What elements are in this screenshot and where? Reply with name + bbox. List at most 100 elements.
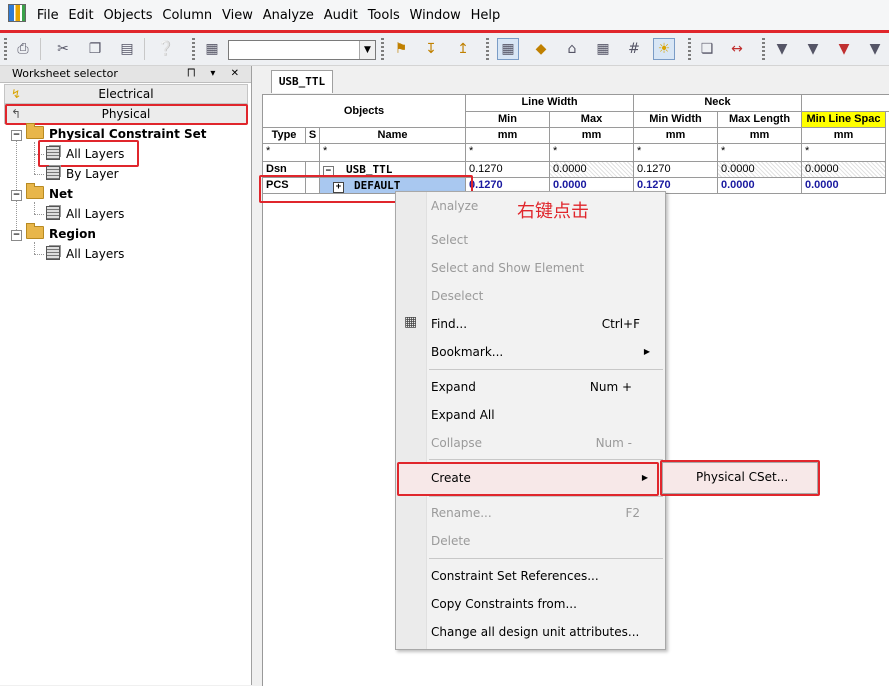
menu-window[interactable]: Window [407, 0, 464, 32]
filter-cell[interactable]: * [263, 144, 320, 162]
cut-icon[interactable]: ✂ [52, 38, 74, 60]
worksheet-selector: Worksheet selector ⨅ ▾ ✕ ↯ Electrical ↰ … [0, 66, 252, 685]
col-min[interactable]: Min [466, 112, 550, 128]
tree-pcs-by-layer[interactable]: By Layer [46, 164, 119, 184]
bookmark-prev-icon[interactable]: ↥ [452, 38, 474, 60]
toolbar-grip[interactable] [4, 38, 7, 60]
number-icon[interactable]: # [623, 38, 645, 60]
find-combo[interactable]: ▼ [228, 40, 376, 60]
menu-analyze[interactable]: Analyze [260, 0, 317, 32]
menu-audit[interactable]: Audit [321, 0, 361, 32]
toolbar-grip[interactable] [762, 38, 765, 60]
menu-change-units[interactable]: Change all design unit attributes... [431, 624, 656, 640]
value-cell[interactable]: 0.0000 [550, 162, 634, 178]
menu-edit[interactable]: Edit [65, 0, 96, 32]
col-min-line-spacing[interactable]: Min Line Spac [802, 112, 886, 128]
value-cell[interactable]: 0.0000 [802, 162, 886, 178]
menu-expand-all[interactable]: Expand All [431, 407, 656, 423]
menu-delete[interactable]: Delete [431, 533, 656, 549]
filter-cell[interactable]: * [550, 144, 634, 162]
shortcut: Ctrl+F [601, 317, 640, 331]
col-max-length[interactable]: Max Length [718, 112, 802, 128]
toolbar-separator [144, 38, 145, 60]
menu-expand[interactable]: Expand Num + [431, 379, 656, 395]
panel-title-text: Worksheet selector [12, 67, 118, 80]
grid-icon[interactable]: ▦ [592, 38, 614, 60]
menu-create[interactable]: Create ▶ [431, 470, 656, 486]
panel-controls[interactable]: ⨅ ▾ ✕ [187, 66, 245, 82]
submenu-arrow-icon: ▶ [641, 473, 648, 482]
tree-net-all-layers[interactable]: All Layers [46, 204, 124, 224]
menu-deselect[interactable]: Deselect [431, 288, 656, 304]
filter-cell[interactable]: * [802, 144, 886, 162]
menu-help[interactable]: Help [468, 0, 504, 32]
col-min-width[interactable]: Min Width [634, 112, 718, 128]
toolbar-grip[interactable] [486, 38, 489, 60]
worksheet-icon[interactable]: ▦ [497, 38, 519, 60]
menu-select[interactable]: Select [431, 232, 656, 248]
menu-rename[interactable]: Rename... F2 [431, 505, 656, 521]
filter-cell[interactable]: * [466, 144, 550, 162]
col-group-neck[interactable]: Neck [634, 95, 802, 112]
tree-region[interactable]: − Region [11, 223, 96, 244]
menu-find[interactable]: Find... Ctrl+F [431, 316, 656, 332]
filter-cell[interactable]: * [320, 144, 466, 162]
folder-open-icon [26, 123, 44, 139]
bookmark-next-icon[interactable]: ↧ [420, 38, 442, 60]
app-icon [8, 4, 26, 22]
tree-net[interactable]: − Net [11, 183, 73, 204]
collapse-icon[interactable]: − [11, 130, 22, 141]
col-group-line-width[interactable]: Line Width [466, 95, 634, 112]
col-type[interactable]: Type [263, 128, 306, 144]
copy-icon[interactable]: ❐ [84, 38, 106, 60]
menu-bookmark[interactable]: Bookmark... ▶ [431, 344, 656, 360]
tab-usb-ttl[interactable]: USB_TTL [271, 70, 333, 93]
tag-icon[interactable]: ◆ [530, 38, 552, 60]
collapse-icon[interactable]: − [11, 230, 22, 241]
house-icon[interactable]: ⌂ [561, 38, 583, 60]
toolbar-grip[interactable] [381, 38, 384, 60]
menu-collapse[interactable]: Collapse Num - [431, 435, 656, 451]
value-cell[interactable]: 0.0000 [718, 162, 802, 178]
menu-select-show-element[interactable]: Select and Show Element [431, 260, 656, 276]
menu-file[interactable]: File [34, 0, 62, 32]
filter-cell[interactable]: * [634, 144, 718, 162]
physical-highlight [5, 104, 248, 125]
tree-region-all-layers[interactable]: All Layers [46, 244, 124, 264]
filter-remove-icon[interactable]: ▼ [833, 38, 855, 60]
print-icon[interactable]: ⎙ [12, 38, 34, 60]
arrows-icon[interactable]: ↔ [726, 38, 748, 60]
col-group-objects[interactable]: Objects [263, 95, 466, 128]
col-group-spacing[interactable] [802, 95, 889, 112]
sun-icon[interactable]: ☀ [653, 38, 675, 60]
collapse-icon[interactable]: − [11, 190, 22, 201]
col-max[interactable]: Max [550, 112, 634, 128]
menu-constraint-set-references[interactable]: Constraint Set References... [431, 568, 656, 584]
bookmark-icon[interactable]: ⚑ [390, 38, 412, 60]
toolbar-grip[interactable] [192, 38, 195, 60]
menu-column[interactable]: Column [159, 0, 215, 32]
chevron-down-icon[interactable]: ▼ [359, 41, 375, 59]
filter-clear-icon[interactable]: ▼ [802, 38, 824, 60]
value-cell[interactable]: 0.0000 [718, 178, 802, 194]
menu-copy-constraints[interactable]: Copy Constraints from... [431, 596, 656, 612]
filter-options-icon[interactable]: ▼ [864, 38, 886, 60]
help-icon[interactable]: ❔ [155, 38, 177, 60]
col-name[interactable]: Name [320, 128, 466, 144]
electrical-button[interactable]: ↯ Electrical [4, 84, 248, 104]
menu-objects[interactable]: Objects [100, 0, 155, 32]
find-icon[interactable]: ▦ [201, 38, 223, 60]
toolbar-grip[interactable] [688, 38, 691, 60]
value-cell[interactable]: 0.1270 [466, 162, 550, 178]
filter-icon[interactable]: ▼ [771, 38, 793, 60]
filter-cell[interactable]: * [718, 144, 802, 162]
paste-icon[interactable]: ▤ [116, 38, 138, 60]
shortcut: F2 [625, 506, 640, 520]
value-cell[interactable]: 0.0000 [802, 178, 886, 194]
menu-view[interactable]: View [219, 0, 256, 32]
menu-tools[interactable]: Tools [365, 0, 403, 32]
windows-icon[interactable]: ❏ [696, 38, 718, 60]
worksheet-grid-icon [46, 206, 60, 220]
value-cell[interactable]: 0.1270 [634, 162, 718, 178]
col-s[interactable]: S [306, 128, 320, 144]
